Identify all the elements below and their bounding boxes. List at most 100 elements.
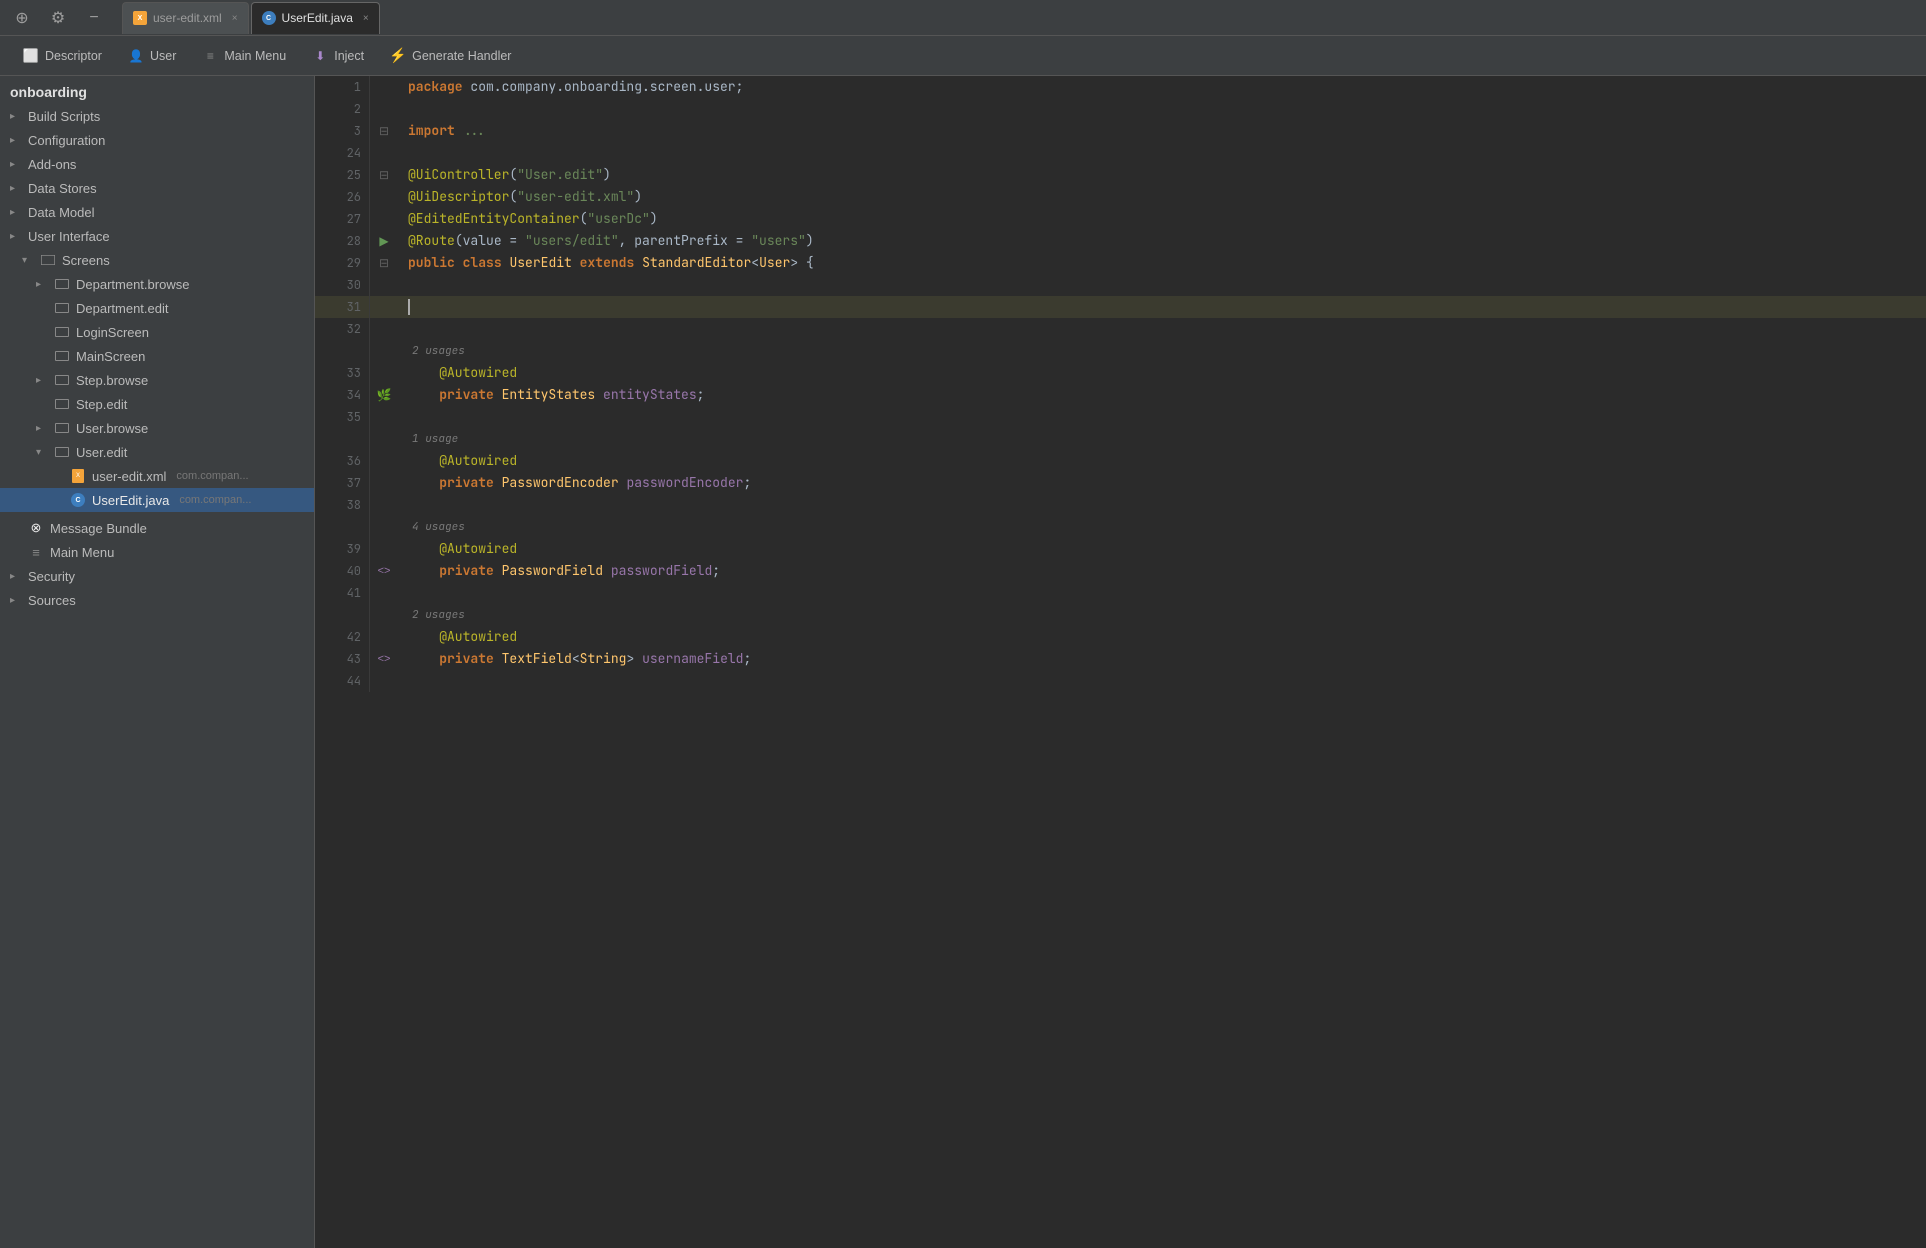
gutter-34: 🌿: [370, 384, 398, 406]
sidebar-item-user-interface[interactable]: ▸ User Interface: [0, 224, 314, 248]
tab-close-java[interactable]: ×: [363, 13, 369, 24]
menu-icon: ≡: [202, 48, 218, 64]
gutter-28: ▶: [370, 230, 398, 252]
sidebar-item-sources[interactable]: ▸ Sources: [0, 588, 314, 612]
line-num-3: 3: [323, 120, 361, 142]
code-line-35: [408, 406, 1916, 428]
run-icon[interactable]: ▶: [379, 234, 388, 248]
fold-icon[interactable]: ⊟: [379, 124, 389, 138]
sidebar-item-data-model[interactable]: ▸ Data Model: [0, 200, 314, 224]
gutter-37: [370, 472, 398, 494]
sidebar-item-build-scripts[interactable]: ▸ Build Scripts: [0, 104, 314, 128]
sidebar-item-screens[interactable]: ▾ Screens: [0, 248, 314, 272]
sidebar-item-user-browse[interactable]: ▸ User.browse: [0, 416, 314, 440]
tab-bar-controls: ⊕ ⚙ −: [8, 4, 108, 32]
usage-hint-36: 1 usage: [408, 428, 1916, 450]
sidebar-item-user-edit[interactable]: ▾ User.edit: [0, 440, 314, 464]
line-num-25: 25: [323, 164, 361, 186]
expand-icon: ▾: [22, 255, 34, 266]
gutter-1: [370, 76, 398, 98]
user-label: User: [150, 49, 176, 63]
sidebar-item-main-menu[interactable]: ≡ Main Menu: [0, 540, 314, 564]
sidebar-label: Screens: [62, 253, 110, 268]
code-line-31[interactable]: [408, 296, 1916, 318]
arrow-icon: ▸: [36, 375, 48, 386]
generate-handler-button[interactable]: ⚡ Generate Handler: [379, 43, 522, 69]
main-menu-label: Main Menu: [224, 49, 286, 63]
message-bundle-icon: ⊗: [28, 520, 44, 536]
sidebar-item-security[interactable]: ▸ Security: [0, 564, 314, 588]
screen-icon: [54, 444, 70, 460]
sidebar-item-department-browse[interactable]: ▸ Department.browse: [0, 272, 314, 296]
descriptor-button[interactable]: ⬜ Descriptor: [12, 43, 113, 69]
main-menu-icon: ≡: [28, 544, 44, 560]
line-num-usage42: [323, 604, 361, 626]
text-cursor: [408, 299, 410, 315]
line-num-27: 27: [323, 208, 361, 230]
gutter-3: ⊟: [370, 120, 398, 142]
user-button[interactable]: 👤 User: [117, 43, 187, 69]
minimize-button[interactable]: −: [80, 4, 108, 32]
gutter-31: [370, 296, 398, 318]
sidebar-item-user-edit-xml[interactable]: ▸ X user-edit.xml com.compan...: [0, 464, 314, 488]
fold-icon[interactable]: ⊟: [379, 168, 389, 182]
sidebar-item-data-stores[interactable]: ▸ Data Stores: [0, 176, 314, 200]
arrow-icon: ▸: [10, 571, 22, 582]
sidebar-label: Main Menu: [50, 545, 114, 560]
code-line-40: private PasswordField passwordField;: [408, 560, 1916, 582]
gutter-44: [370, 670, 398, 692]
main-menu-button[interactable]: ≡ Main Menu: [191, 43, 297, 69]
sidebar-label: Message Bundle: [50, 521, 147, 536]
gutter-26: [370, 186, 398, 208]
sidebar-item-main-screen[interactable]: ▸ MainScreen: [0, 344, 314, 368]
tab-user-edit-java[interactable]: C UserEdit.java ×: [251, 2, 380, 34]
user-icon: 👤: [128, 48, 144, 64]
sidebar-item-configuration[interactable]: ▸ Configuration: [0, 128, 314, 152]
sidebar-label: Add-ons: [28, 157, 76, 172]
expand-icon: ▾: [36, 447, 48, 458]
inject-label: Inject: [334, 49, 364, 63]
tab-close-xml[interactable]: ×: [232, 13, 238, 24]
sidebar-item-UserEdit-java[interactable]: ▸ C UserEdit.java com.compan...: [0, 488, 314, 512]
line-num-28: 28: [323, 230, 361, 252]
line-num-usage39: [323, 516, 361, 538]
line-num-40: 40: [323, 560, 361, 582]
generate-icon: ⚡: [390, 48, 406, 64]
sidebar-item-add-ons[interactable]: ▸ Add-ons: [0, 152, 314, 176]
java-file-icon: C: [70, 492, 86, 508]
sidebar-label: Step.browse: [76, 373, 148, 388]
sidebar-label: Sources: [28, 593, 76, 608]
toolbar: ⬜ Descriptor 👤 User ≡ Main Menu ⬇ Inject…: [0, 36, 1926, 76]
line-num-usage36: [323, 428, 361, 450]
arrow-icon: ▸: [10, 159, 22, 170]
sidebar-item-step-browse[interactable]: ▸ Step.browse: [0, 368, 314, 392]
code-line-26: @UiDescriptor("user-edit.xml"): [408, 186, 1916, 208]
sidebar-item-department-edit[interactable]: ▸ Department.edit: [0, 296, 314, 320]
gutter-40: <>: [370, 560, 398, 582]
line-num-39: 39: [323, 538, 361, 560]
sidebar-item-message-bundle[interactable]: ⊗ Message Bundle: [0, 516, 314, 540]
arrow-icon: ▸: [10, 207, 22, 218]
settings-button[interactable]: ⚙: [44, 4, 72, 32]
add-tab-button[interactable]: ⊕: [8, 4, 36, 32]
inject-button[interactable]: ⬇ Inject: [301, 43, 375, 69]
usage-hint-39: 4 usages: [408, 516, 1916, 538]
code-line-30: [408, 274, 1916, 296]
main-content: onboarding ▸ Build Scripts ▸ Configurati…: [0, 76, 1926, 1248]
fold-icon[interactable]: ⊟: [379, 256, 389, 270]
usage-hint-33: 2 usages: [408, 340, 1916, 362]
gutter-usage33: [370, 340, 398, 362]
screen-icon: [54, 276, 70, 292]
arrow-icon: ▸: [10, 135, 22, 146]
screen-icon: [54, 372, 70, 388]
code-editor[interactable]: 1 package com.company.onboarding.screen.…: [315, 76, 1926, 1248]
screen-icon: [54, 324, 70, 340]
sidebar-label: LoginScreen: [76, 325, 149, 340]
code-line-37: private PasswordEncoder passwordEncoder;: [408, 472, 1916, 494]
code-line-36: @Autowired: [408, 450, 1916, 472]
sidebar-item-step-edit[interactable]: ▸ Step.edit: [0, 392, 314, 416]
tab-user-edit-xml[interactable]: X user-edit.xml ×: [122, 2, 249, 34]
sidebar-item-login-screen[interactable]: ▸ LoginScreen: [0, 320, 314, 344]
gutter-32: [370, 318, 398, 340]
sidebar-label: user-edit.xml: [92, 469, 166, 484]
